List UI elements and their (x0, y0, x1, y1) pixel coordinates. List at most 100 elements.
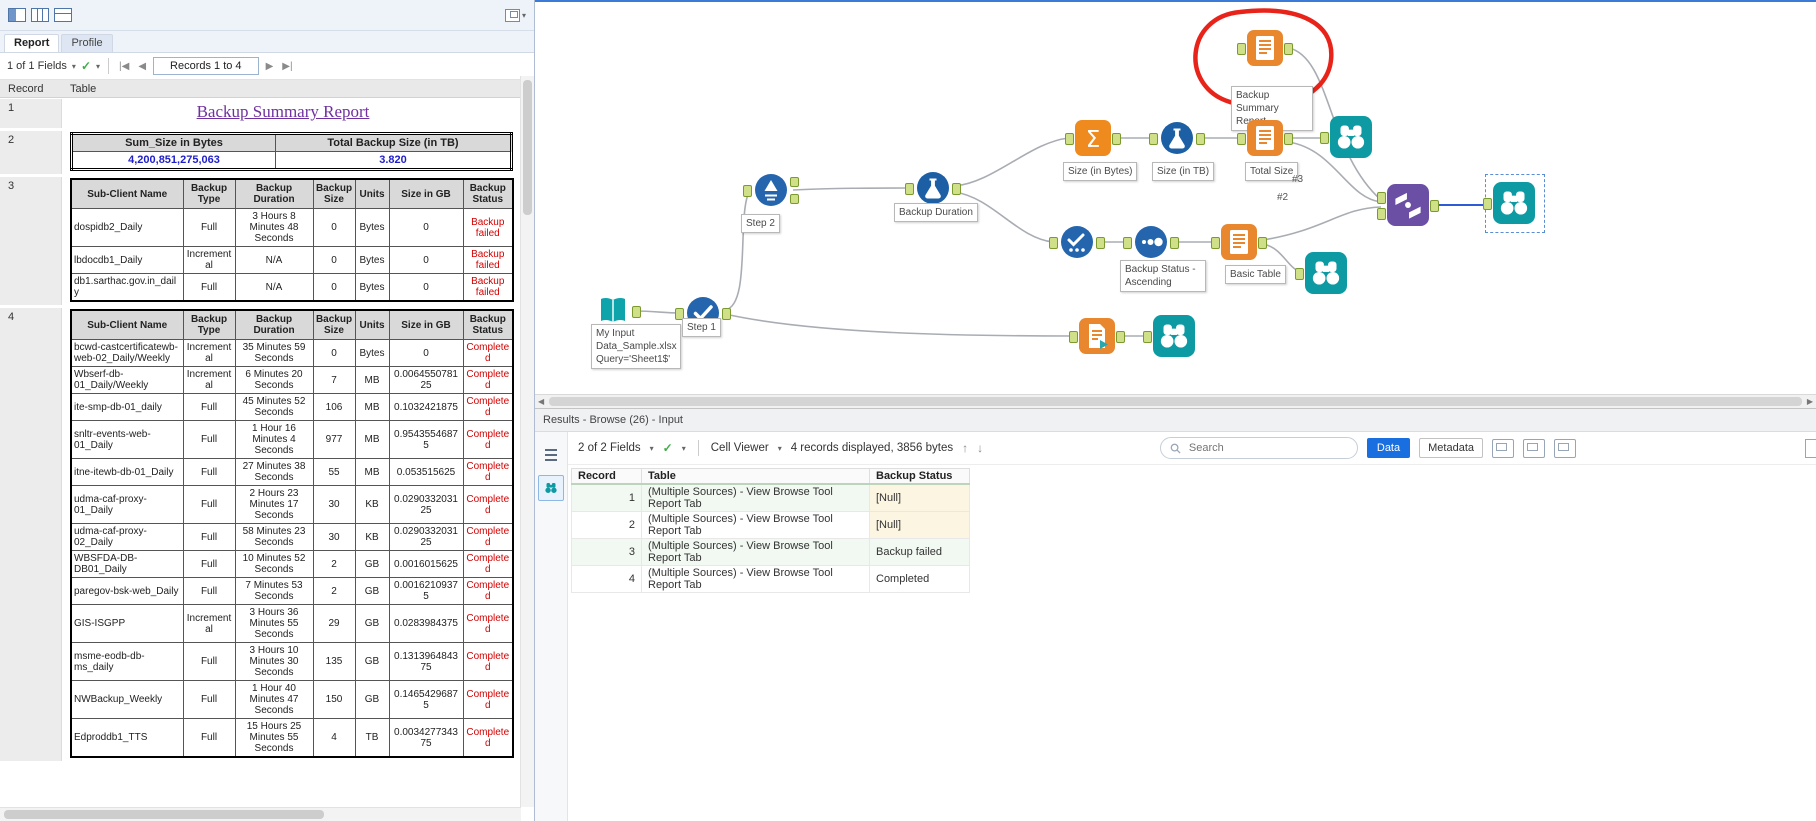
report-tab-link[interactable]: (Multiple Sources) - View Browse Tool Re… (641, 511, 870, 539)
tool-table-total-size[interactable] (1237, 120, 1293, 156)
scrollbar-thumb[interactable] (523, 80, 532, 215)
input-anchor[interactable] (1065, 133, 1074, 145)
output-anchor[interactable] (632, 306, 641, 318)
tool-formula-backup-duration[interactable] (905, 170, 961, 206)
tool-record-id[interactable] (1123, 224, 1179, 260)
chevron-down-icon[interactable]: ▾ (682, 444, 686, 453)
record-number-cell[interactable]: 3 (571, 538, 642, 566)
input-anchor[interactable] (743, 185, 752, 197)
output-anchor[interactable] (1170, 237, 1179, 249)
input-anchor[interactable] (1483, 198, 1492, 210)
tool-annotation[interactable]: Total Size (1245, 162, 1299, 181)
output-anchor[interactable] (952, 183, 961, 195)
record-number-cell[interactable]: 4 (571, 565, 642, 593)
backup-status-cell[interactable]: Backup failed (869, 538, 970, 566)
tab-profile[interactable]: Profile (61, 34, 113, 52)
save-icon[interactable] (1523, 438, 1545, 458)
popout-menu[interactable]: ▾ (504, 8, 526, 22)
input-anchor-2[interactable] (1377, 208, 1386, 220)
new-window-icon[interactable] (1554, 438, 1576, 458)
layout-rows-icon[interactable] (54, 8, 72, 22)
report-tab-link[interactable]: (Multiple Sources) - View Browse Tool Re… (641, 565, 870, 593)
fields-dropdown[interactable]: 1 of 1 Fields (7, 60, 67, 72)
browse-anchor-icon[interactable] (538, 475, 564, 501)
tool-basic-table[interactable] (1211, 224, 1267, 260)
tool-annotation[interactable]: Size (in TB) (1152, 162, 1215, 181)
input-anchor[interactable] (1069, 331, 1078, 343)
tab-report[interactable]: Report (4, 34, 60, 52)
data-grid-icon[interactable] (538, 442, 564, 468)
results-col-header[interactable]: Record (571, 468, 642, 485)
chevron-down-icon[interactable]: ▾ (96, 62, 100, 71)
output-anchor[interactable] (1116, 331, 1125, 343)
tool-annotation[interactable]: Size (in Bytes) (1063, 162, 1138, 181)
scroll-left-icon[interactable]: ◀ (535, 397, 547, 406)
fields-dropdown[interactable]: 2 of 2 Fields (578, 442, 641, 454)
chevron-down-icon[interactable]: ▾ (778, 444, 782, 453)
apply-check-icon[interactable]: ✓ (663, 441, 673, 455)
arrow-down-icon[interactable]: ↓ (977, 441, 983, 455)
tool-sort-backup-status[interactable] (1049, 224, 1105, 260)
tool-annotation[interactable]: Step 1 (682, 318, 721, 337)
input-anchor[interactable] (1320, 132, 1329, 144)
record-number-cell[interactable]: 2 (571, 511, 642, 539)
output-anchor[interactable] (722, 308, 731, 320)
tool-backup-summary-report[interactable] (1237, 30, 1293, 66)
input-anchor[interactable] (1237, 133, 1246, 145)
tool-annotation[interactable]: Basic Table (1225, 265, 1286, 284)
input-anchor[interactable] (1237, 43, 1246, 55)
input-anchor[interactable] (1123, 237, 1132, 249)
output-anchor-false[interactable] (790, 194, 799, 204)
chevron-down-icon[interactable]: ▾ (650, 444, 654, 453)
next-record-button[interactable]: ▶ (264, 61, 276, 72)
output-anchor-true[interactable] (790, 177, 799, 187)
results-row[interactable]: 3 (Multiple Sources) - View Browse Tool R… (571, 538, 970, 566)
backup-status-cell[interactable]: [Null] (869, 483, 970, 512)
input-anchor[interactable] (1295, 268, 1304, 280)
scrollbar-thumb[interactable] (4, 810, 324, 819)
tool-render-report[interactable] (1069, 318, 1125, 354)
output-anchor[interactable] (1096, 237, 1105, 249)
arrow-up-icon[interactable]: ↑ (962, 441, 968, 455)
input-anchor[interactable] (1049, 237, 1058, 249)
output-anchor[interactable] (1284, 43, 1293, 55)
layout-columns-icon[interactable] (31, 8, 49, 22)
workflow-canvas[interactable]: Backup Summary Report Σ Size (in Bytes) … (535, 0, 1816, 394)
tool-annotation[interactable]: My Input Data_Sample.xlsx Query='Sheet1$… (591, 324, 681, 369)
horizontal-scrollbar[interactable] (0, 807, 521, 821)
scroll-right-icon[interactable]: ▶ (1804, 397, 1816, 406)
scrollbar-track[interactable] (547, 395, 1804, 408)
vertical-scrollbar[interactable] (520, 76, 534, 807)
tool-formula-size-tb[interactable] (1149, 120, 1205, 156)
search-box[interactable] (1159, 437, 1358, 459)
search-input[interactable] (1186, 441, 1321, 455)
backup-status-cell[interactable]: [Null] (869, 511, 970, 539)
metadata-view-button[interactable]: Metadata (1419, 438, 1483, 458)
chevron-down-icon[interactable]: ▾ (72, 62, 76, 71)
results-row[interactable]: 2 (Multiple Sources) - View Browse Tool R… (571, 511, 970, 539)
tool-step2[interactable] (743, 172, 799, 208)
last-record-button[interactable]: ▶| (280, 61, 294, 72)
first-record-button[interactable]: |◀ (117, 61, 131, 72)
results-row[interactable]: 1 (Multiple Sources) - View Browse Tool R… (571, 483, 970, 512)
results-col-header[interactable]: Table (641, 468, 870, 485)
apply-check-icon[interactable]: ✓ (81, 59, 91, 73)
output-anchor[interactable] (1196, 133, 1205, 145)
output-anchor[interactable] (1258, 237, 1267, 249)
results-row[interactable]: 4 (Multiple Sources) - View Browse Tool R… (571, 565, 970, 593)
tool-browse-2[interactable] (1295, 252, 1347, 294)
records-range-box[interactable]: Records 1 to 4 (153, 57, 259, 75)
tool-annotation[interactable]: Backup Duration (894, 203, 978, 222)
report-tab-link[interactable]: (Multiple Sources) - View Browse Tool Re… (641, 483, 870, 512)
backup-status-cell[interactable]: Completed (869, 565, 970, 593)
tool-layout-union[interactable] (1377, 184, 1439, 226)
prev-record-button[interactable]: ◀ (136, 61, 148, 72)
cell-viewer-dropdown[interactable]: Cell Viewer (711, 442, 769, 454)
output-anchor[interactable] (1112, 133, 1121, 145)
copy-icon[interactable] (1492, 438, 1514, 458)
panel-options-icon[interactable] (1805, 439, 1816, 458)
tool-annotation[interactable]: Step 2 (741, 214, 780, 233)
record-number-cell[interactable]: 1 (571, 483, 642, 512)
scrollbar-thumb[interactable] (549, 397, 1802, 406)
tool-summarize-size-bytes[interactable]: Σ (1065, 120, 1121, 156)
